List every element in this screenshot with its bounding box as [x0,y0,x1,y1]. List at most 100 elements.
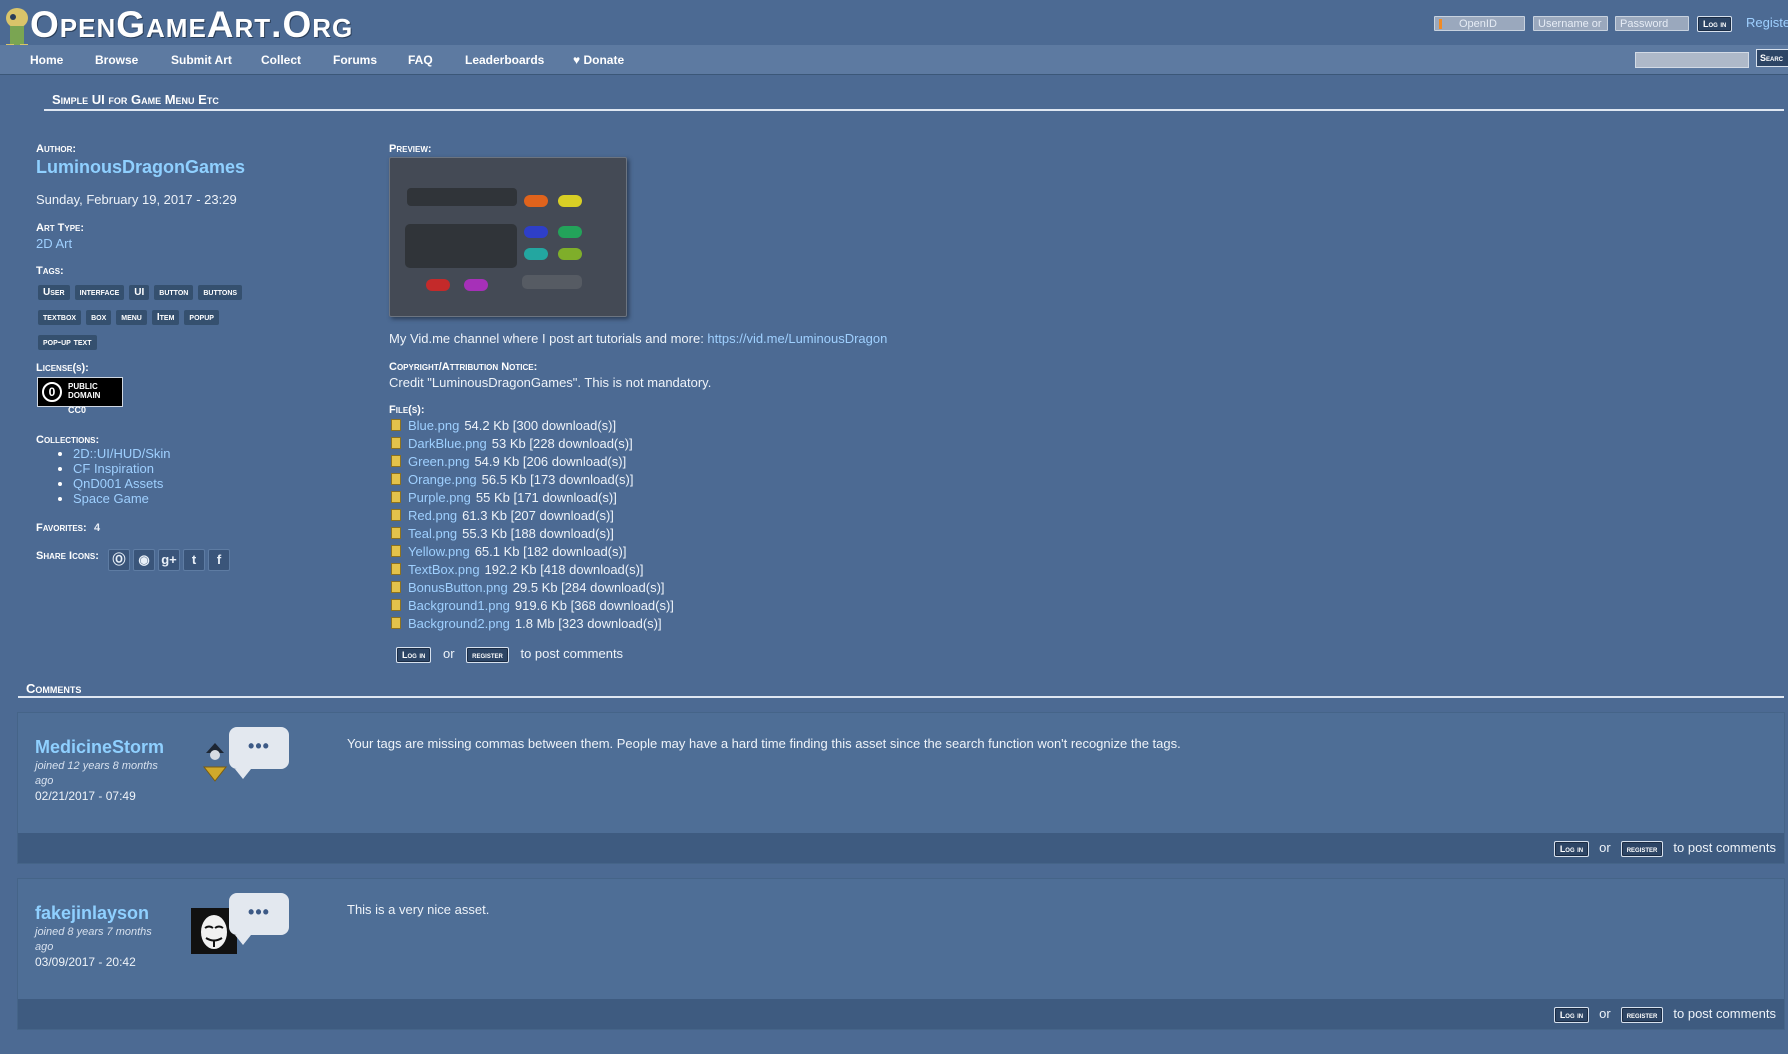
nav-forums[interactable]: Forums [333,53,377,67]
preview-orange-button [524,195,548,207]
register-button[interactable]: register [1620,1007,1664,1023]
username-field[interactable]: Username or [1533,16,1608,31]
stumbleupon-icon[interactable]: Ⓞ [108,549,130,571]
comment-username[interactable]: MedicineStorm [35,737,164,758]
file-meta: 54.2 Kb [300 download(s)] [464,418,617,433]
file-meta: 55.3 Kb [188 download(s)] [462,526,614,541]
nav-collect[interactable]: Collect [261,53,301,67]
files-label: File(s): [389,404,425,416]
comment-body: fakejinlayson joined 8 years 7 months ag… [18,879,1784,999]
header-login-button[interactable]: Log in [1697,16,1733,32]
comments-title: Comments [26,681,82,696]
list-item: CF Inspiration [73,461,171,476]
file-link[interactable]: Yellow.png [408,544,470,559]
author-label: Author: [36,143,77,155]
file-row: Blue.png 54.2 Kb [300 download(s)] [391,418,791,436]
author-link[interactable]: LuminousDragonGames [36,157,245,178]
nav-submit-art[interactable]: Submit Art [171,53,232,67]
file-link[interactable]: Purple.png [408,490,471,505]
collection-link[interactable]: 2D::UI/HUD/Skin [73,446,171,461]
list-item: QnD001 Assets [73,476,171,491]
tag[interactable]: Item [151,310,180,325]
comment: MedicineStorm joined 12 years 8 months a… [18,713,1784,863]
file-icon [391,617,401,629]
or-text: or [442,646,455,661]
file-link[interactable]: BonusButton.png [408,580,508,595]
file-link[interactable]: DarkBlue.png [408,436,487,451]
reddit-icon[interactable]: ◉ [133,549,155,571]
file-row: Purple.png 55 Kb [171 download(s)] [391,490,791,508]
license-badge[interactable]: 0 PUBLIC DOMAIN [37,377,123,407]
file-icon [391,473,401,485]
share-icons: Ⓞ ◉ g+ t f [108,549,233,571]
preview-green-button [558,226,582,238]
file-icon [391,581,401,593]
preview-image[interactable] [389,157,627,317]
tag[interactable]: popup [184,310,219,325]
file-link[interactable]: Background1.png [408,598,510,613]
tag[interactable]: box [86,310,112,325]
tag[interactable]: UI [129,285,150,300]
file-meta: 29.5 Kb [284 download(s)] [512,580,665,595]
register-button[interactable]: register [1620,841,1664,857]
tag[interactable]: textbox [38,310,82,325]
password-field[interactable]: Password [1615,16,1689,31]
file-icon [391,419,401,431]
preview-teal-button [524,248,548,260]
header-register-link[interactable]: Registe [1746,15,1788,30]
file-icon [391,563,401,575]
file-meta: 56.5 Kb [173 download(s)] [481,472,634,487]
tag[interactable]: buttons [198,285,243,300]
nav-faq[interactable]: FAQ [408,53,433,67]
comment-username[interactable]: fakejinlayson [35,903,149,924]
google-plus-icon[interactable]: g+ [158,549,180,571]
login-button[interactable]: Log in [1553,1007,1590,1023]
art-type-link[interactable]: 2D Art [36,236,72,251]
nav-browse[interactable]: Browse [95,53,138,67]
file-link[interactable]: Teal.png [408,526,457,541]
collection-link[interactable]: Space Game [73,491,149,506]
register-button[interactable]: register [466,647,509,663]
comment-joined: joined 12 years 8 months ago [35,760,158,787]
tag[interactable]: User [38,285,70,300]
preview-lime-button [558,248,582,260]
collection-link[interactable]: CF Inspiration [73,461,154,476]
nav-home[interactable]: Home [30,53,63,67]
tag[interactable]: pop-up text [38,335,97,350]
collection-link[interactable]: QnD001 Assets [73,476,163,491]
comment-date: 03/09/2017 - 20:42 [35,955,136,969]
file-link[interactable]: Orange.png [408,472,477,487]
file-link[interactable]: Blue.png [408,418,459,433]
nav-leaderboards[interactable]: Leaderboards [465,53,544,67]
nav-donate[interactable]: ♥ Donate [573,53,624,67]
tag[interactable]: button [154,285,194,300]
login-button[interactable]: Log in [396,647,432,663]
comments-divider [18,696,1784,698]
nav-donate-label: Donate [583,53,625,67]
file-link[interactable]: Green.png [408,454,469,469]
tag[interactable]: interface [74,285,125,300]
site-logo-title[interactable]: OpenGameArt.Org [30,4,353,46]
facebook-icon[interactable]: f [208,549,230,571]
preview-blue-button [524,226,548,238]
page-title: Simple UI for Game Menu Etc [52,92,219,107]
tag[interactable]: menu [116,310,147,325]
login-button[interactable]: Log in [1553,841,1590,857]
search-button[interactable]: Searc [1756,49,1788,67]
file-link[interactable]: Red.png [408,508,457,523]
file-row: TextBox.png 192.2 Kb [418 download(s)] [391,562,791,580]
comment-bubble-icon: ••• [229,893,289,945]
twitter-icon[interactable]: t [183,549,205,571]
file-row: DarkBlue.png 53 Kb [228 download(s)] [391,436,791,454]
file-icon [391,527,401,539]
preview-purple-button [464,279,488,291]
file-meta: 919.6 Kb [368 download(s)] [514,598,674,613]
file-row: Yellow.png 65.1 Kb [182 download(s)] [391,544,791,562]
file-link[interactable]: TextBox.png [408,562,480,577]
search-input[interactable] [1635,52,1749,68]
tags-label: Tags: [36,265,64,277]
file-link[interactable]: Background2.png [408,616,510,631]
vid-link[interactable]: https://vid.me/LuminousDragon [707,331,887,346]
openid-field[interactable]: OpenID [1434,16,1525,31]
comment: fakejinlayson joined 8 years 7 months ag… [18,879,1784,1029]
